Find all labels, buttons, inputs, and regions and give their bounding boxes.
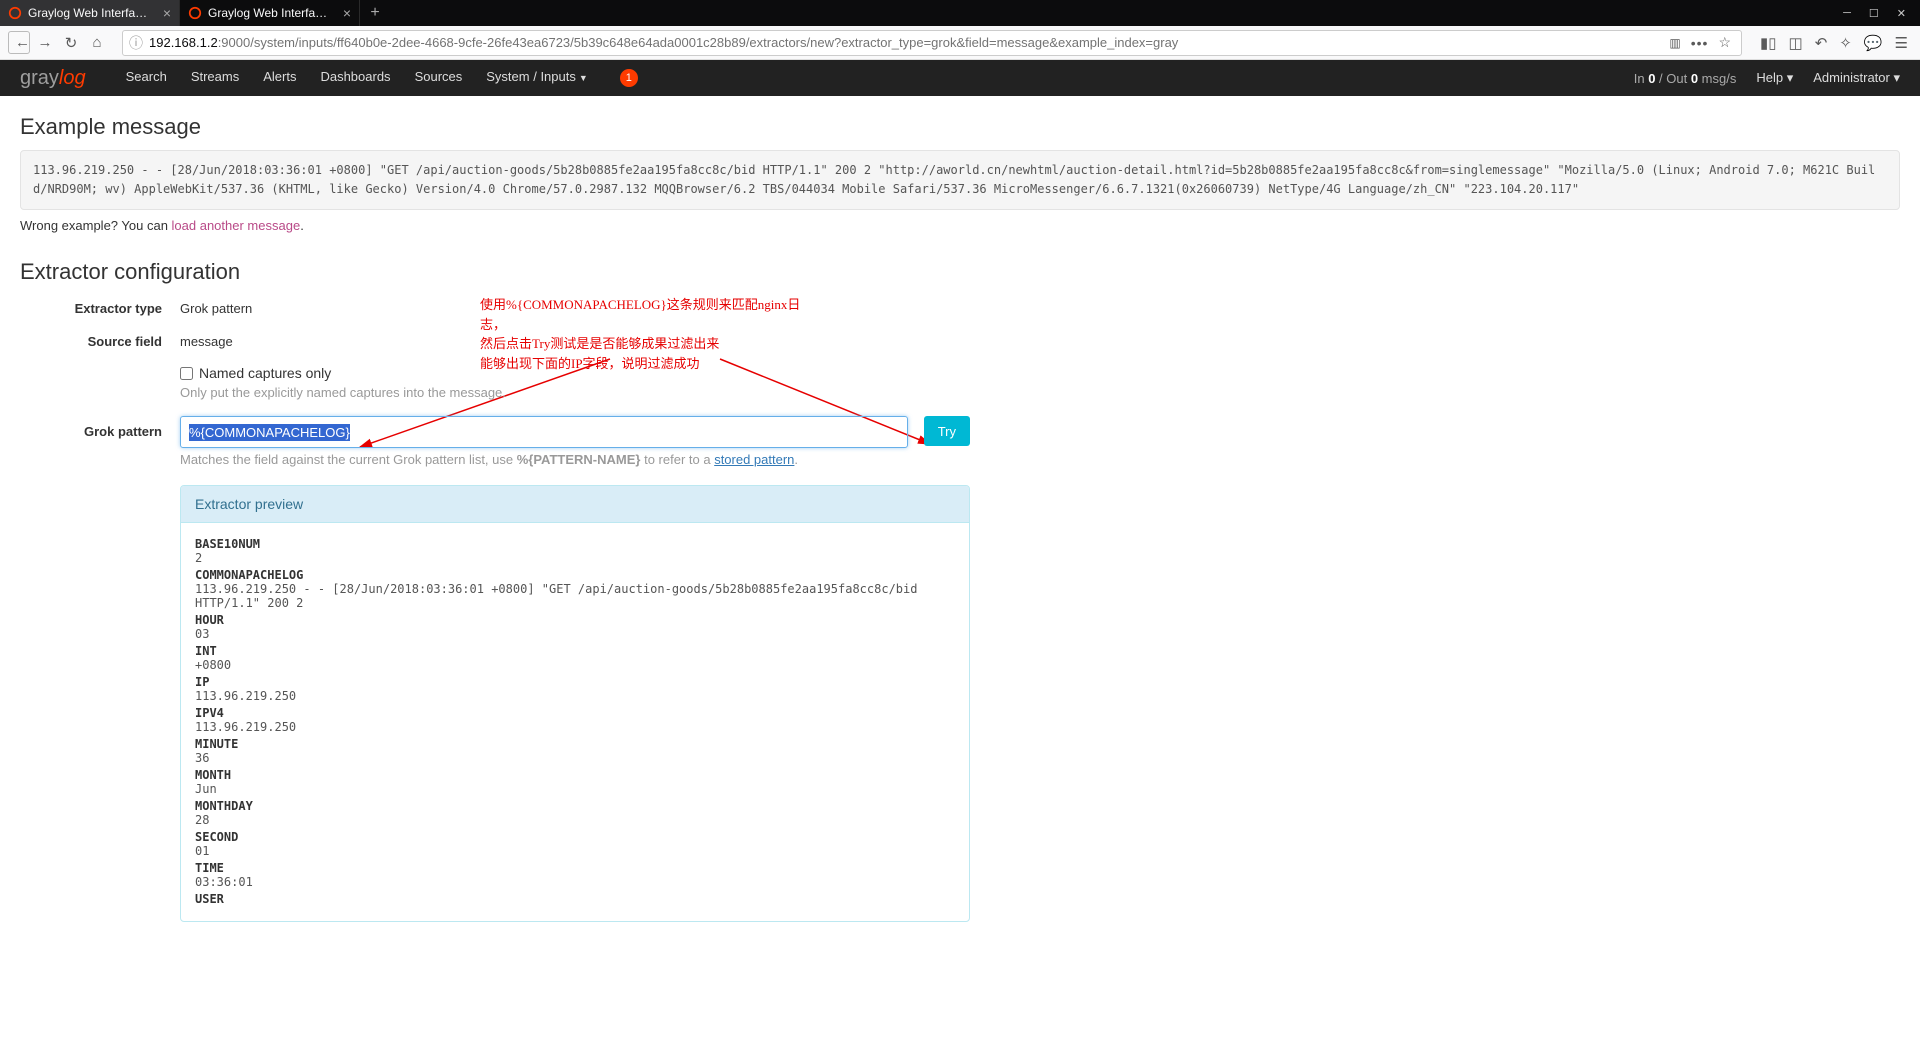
preview-value: 28 <box>195 813 955 827</box>
browser-bar: ← → ↻ ⌂ ⓘ 192.168.1.2:9000/system/inputs… <box>0 26 1920 60</box>
nav-sources[interactable]: Sources <box>415 69 463 87</box>
tab-1[interactable]: Graylog Web Interface - New × <box>0 0 180 26</box>
preview-value: 03:36:01 <box>195 875 955 889</box>
extractor-preview-panel: Extractor preview BASE10NUM2 COMMONAPACHE… <box>180 485 970 922</box>
nav-search[interactable]: Search <box>126 69 167 87</box>
inout-status: In 0 / Out 0 msg/s <box>1634 71 1737 86</box>
bookmark-icon[interactable]: ☆ <box>1718 34 1731 51</box>
preview-value: 03 <box>195 627 955 641</box>
value-source-field: message <box>180 332 970 349</box>
grok-pattern-input[interactable]: %{COMMONAPACHELOG} <box>180 416 908 448</box>
preview-key: HOUR <box>195 613 955 627</box>
load-another-link[interactable]: load another message <box>172 218 301 233</box>
close-icon[interactable]: × <box>343 5 351 21</box>
grok-pattern-value: %{COMMONAPACHELOG} <box>189 424 350 441</box>
chevron-down-icon: ▼ <box>579 73 588 83</box>
favicon-icon <box>188 6 202 20</box>
favicon-icon <box>8 6 22 20</box>
library-icon[interactable]: ▮▯ <box>1760 34 1777 52</box>
preview-key: SECOND <box>195 830 955 844</box>
extractor-preview-body: BASE10NUM2 COMMONAPACHELOG113.96.219.250 … <box>181 523 969 921</box>
back-icon[interactable]: ← <box>8 31 30 54</box>
preview-value: 36 <box>195 751 955 765</box>
home-icon[interactable]: ⌂ <box>86 34 108 51</box>
info-icon[interactable]: ⓘ <box>129 33 143 53</box>
preview-value: 01 <box>195 844 955 858</box>
preview-value: 113.96.219.250 <box>195 720 955 734</box>
preview-value: 113.96.219.250 <box>195 689 955 703</box>
browser-tabs: Graylog Web Interface - New × Graylog We… <box>0 0 1920 26</box>
chevron-down-icon: ▾ <box>1893 70 1900 85</box>
new-tab-button[interactable]: + <box>360 0 390 26</box>
forward-icon[interactable]: → <box>34 34 56 51</box>
window-controls: ─ ☐ ✕ <box>1829 0 1920 26</box>
preview-key: IP <box>195 675 955 689</box>
reload-icon[interactable]: ↻ <box>60 34 82 52</box>
preview-key: IPV4 <box>195 706 955 720</box>
nav-alerts[interactable]: Alerts <box>263 69 296 87</box>
reply-icon[interactable]: ↶ <box>1815 34 1828 52</box>
url-bar[interactable]: ⓘ 192.168.1.2:9000/system/inputs/ff640b0… <box>122 30 1742 56</box>
try-button[interactable]: Try <box>924 416 970 446</box>
preview-key: BASE10NUM <box>195 537 955 551</box>
nav-help[interactable]: Help ▾ <box>1756 70 1793 86</box>
nav-system[interactable]: System / Inputs▼ <box>486 69 588 87</box>
preview-key: MONTHDAY <box>195 799 955 813</box>
named-captures-checkbox[interactable]: Named captures only <box>180 365 970 381</box>
label-extractor-type: Extractor type <box>20 299 180 316</box>
nav-dashboards[interactable]: Dashboards <box>320 69 390 87</box>
sidebar-icon[interactable]: ◫ <box>1789 34 1803 52</box>
close-window-icon[interactable]: ✕ <box>1897 7 1906 20</box>
extractor-preview-heading: Extractor preview <box>181 486 969 523</box>
label-source-field: Source field <box>20 332 180 349</box>
tab-2-title: Graylog Web Interface - Gro <box>208 6 333 20</box>
nav-admin[interactable]: Administrator ▾ <box>1813 70 1900 86</box>
preview-key: TIME <box>195 861 955 875</box>
page-content: Example message 113.96.219.250 - - [28/J… <box>0 96 1920 1048</box>
extensions-icon[interactable]: ✧ <box>1839 34 1852 52</box>
preview-key: USER <box>195 892 955 906</box>
preview-value: 2 <box>195 551 955 565</box>
value-extractor-type: Grok pattern <box>180 299 970 316</box>
wrong-example-text: Wrong example? You can load another mess… <box>20 218 1900 233</box>
maximize-icon[interactable]: ☐ <box>1869 7 1879 20</box>
preview-value: +0800 <box>195 658 955 672</box>
preview-value: 113.96.219.250 - - [28/Jun/2018:03:36:01… <box>195 582 955 610</box>
nav-streams[interactable]: Streams <box>191 69 239 87</box>
tab-1-title: Graylog Web Interface - New <box>28 6 153 20</box>
notification-badge[interactable]: 1 <box>620 69 638 87</box>
stored-pattern-link[interactable]: stored pattern <box>714 452 794 467</box>
reader-icon[interactable]: ▥ <box>1669 36 1680 50</box>
example-message-heading: Example message <box>20 114 1900 140</box>
menu-icon[interactable]: ☰ <box>1895 34 1908 52</box>
preview-value: Jun <box>195 782 955 796</box>
tab-2[interactable]: Graylog Web Interface - Gro × <box>180 0 360 26</box>
page-actions-icon[interactable]: ••• <box>1691 35 1709 51</box>
chevron-down-icon: ▾ <box>1787 70 1794 85</box>
named-captures-hint: Only put the explicitly named captures i… <box>180 385 970 400</box>
preview-key: MONTH <box>195 768 955 782</box>
url-text: 192.168.1.2:9000/system/inputs/ff640b0e-… <box>149 35 1669 50</box>
preview-key: COMMONAPACHELOG <box>195 568 955 582</box>
example-message-well: 113.96.219.250 - - [28/Jun/2018:03:36:01… <box>20 150 1900 210</box>
minimize-icon[interactable]: ─ <box>1843 7 1851 19</box>
graylog-navbar: graylog Search Streams Alerts Dashboards… <box>0 60 1920 96</box>
close-icon[interactable]: × <box>163 5 171 21</box>
extractor-config-heading: Extractor configuration <box>20 259 1900 285</box>
graylog-logo[interactable]: graylog <box>20 67 86 90</box>
label-grok: Grok pattern <box>20 416 180 922</box>
named-captures-input[interactable] <box>180 367 193 380</box>
preview-key: INT <box>195 644 955 658</box>
grok-hint: Matches the field against the current Gr… <box>180 452 970 467</box>
preview-key: MINUTE <box>195 737 955 751</box>
chat-icon[interactable]: 💬 <box>1864 34 1883 52</box>
